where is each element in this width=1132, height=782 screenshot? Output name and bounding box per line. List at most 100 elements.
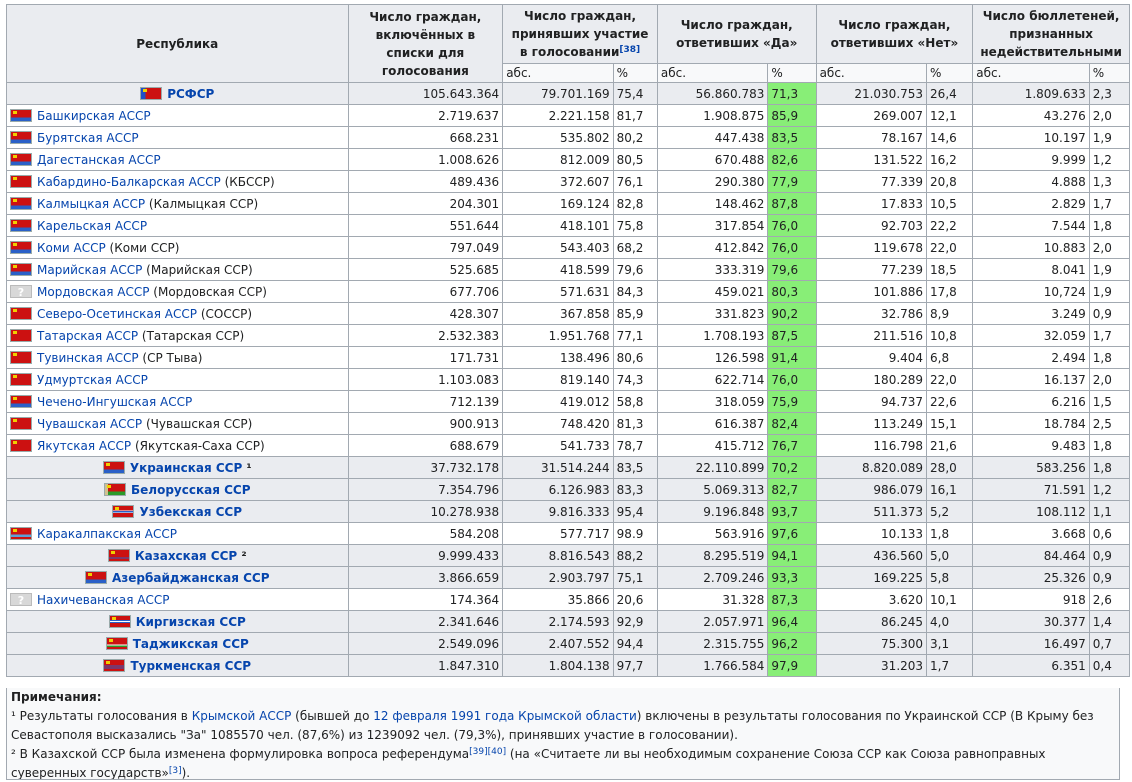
no-pct-cell: 1,7 — [926, 654, 974, 677]
voted-abs-cell: 419.012 — [502, 390, 614, 413]
header-yes[interactable]: Число граждан, ответивших «Да» — [656, 4, 817, 64]
voted-abs-cell: 372.607 — [502, 170, 614, 193]
republic-link[interactable]: Северо-Осетинская АССР — [37, 307, 197, 321]
voted-ref-link[interactable]: [38] — [619, 45, 640, 55]
republic-link[interactable]: Каракалпакская АССР — [37, 527, 177, 541]
invalid-abs-cell: 7.544 — [972, 214, 1090, 237]
voted-abs-cell: 8.816.543 — [502, 544, 614, 567]
listed-cell: 688.679 — [347, 434, 504, 457]
header-listed[interactable]: Число граждан, включённых в списки для г… — [347, 4, 504, 83]
republic-link[interactable]: Казахская ССР — [135, 549, 237, 563]
republic-link[interactable]: Марийская АССР — [37, 263, 142, 277]
table-row: Каракалпакская АССР 584.208 577.717 98.9 563… — [6, 522, 1131, 545]
invalid-abs-cell: 2.829 — [972, 192, 1090, 215]
republic-link[interactable]: Бурятская АССР — [37, 131, 139, 145]
republic-cell: Каракалпакская АССР — [6, 522, 349, 545]
republic-note: (Чувашская ССР) — [142, 416, 253, 431]
republic-link[interactable]: Украинская ССР — [130, 461, 242, 475]
subheader-invalid-pct[interactable]: % — [1088, 63, 1131, 83]
header-voted[interactable]: Число граждан, принявших участие в голос… — [502, 4, 658, 64]
republic-link[interactable]: Якутская АССР — [37, 439, 131, 453]
subheader-voted-pct[interactable]: % — [612, 63, 658, 83]
table-row: Мордовская АССР (Мордовская ССР)677.7065… — [6, 280, 1131, 303]
invalid-abs-cell: 2.494 — [972, 346, 1090, 369]
invalid-pct-cell: 1,3 — [1088, 170, 1131, 193]
table-row: Бурятская АССР 668.231 535.802 80,2 447.438 8… — [6, 126, 1131, 149]
republic-link[interactable]: Кабардино-Балкарская АССР — [37, 175, 221, 189]
ref-39-40-link[interactable]: [39][40] — [469, 747, 506, 757]
no-abs-cell: 180.289 — [815, 368, 928, 391]
flag-icon — [10, 394, 32, 408]
listed-cell: 900.913 — [347, 412, 504, 435]
republic-cell: Татарская АССР (Татарская ССР) — [6, 324, 349, 347]
republic-link[interactable]: Узбекская ССР — [139, 505, 242, 519]
listed-cell: 9.999.433 — [347, 544, 504, 567]
footnote-2: ² В Казахской ССР была изменена формулир… — [11, 745, 1115, 780]
republic-link[interactable]: РСФСР — [167, 87, 214, 101]
yes-pct-cell: 76,0 — [767, 368, 817, 391]
republic-cell: Башкирская АССР — [6, 104, 349, 127]
republic-link[interactable]: Карельская АССР — [37, 219, 147, 233]
voted-abs-cell: 819.140 — [502, 368, 614, 391]
no-pct-cell: 15,1 — [926, 412, 974, 435]
republic-link[interactable]: Азербайджанская ССР — [112, 571, 270, 585]
listed-cell: 1.847.310 — [347, 654, 504, 677]
voted-abs-cell: 9.816.333 — [502, 500, 614, 523]
yes-abs-cell: 563.916 — [656, 522, 769, 545]
yes-abs-cell: 126.598 — [656, 346, 769, 369]
republic-link[interactable]: Башкирская АССР — [37, 109, 151, 123]
voted-abs-cell: 79.701.169 — [502, 82, 614, 105]
voted-pct-cell: 84,3 — [612, 280, 658, 303]
invalid-abs-cell: 918 — [972, 588, 1090, 611]
crimea-asr-link[interactable]: Крымской АССР — [192, 709, 292, 723]
invalid-pct-cell: 1,9 — [1088, 280, 1131, 303]
subheader-voted-abs[interactable]: абс. — [502, 63, 614, 83]
invalid-pct-cell: 1,2 — [1088, 478, 1131, 501]
yes-pct-cell: 76,0 — [767, 236, 817, 259]
republic-link[interactable]: Таджикская ССР — [133, 637, 249, 651]
republic-link[interactable]: Тувинская АССР — [37, 351, 139, 365]
header-invalid[interactable]: Число бюллетеней, признанных недействите… — [972, 4, 1130, 64]
republic-link[interactable]: Чечено-Ингушская АССР — [37, 395, 192, 409]
voted-pct-cell: 80,6 — [612, 346, 658, 369]
subheader-invalid-abs[interactable]: абс. — [972, 63, 1090, 83]
republic-link[interactable]: Киргизская ССР — [136, 615, 246, 629]
subheader-yes-abs[interactable]: абс. — [656, 63, 769, 83]
republic-link[interactable]: Белорусская ССР — [131, 483, 251, 497]
republic-link[interactable]: Туркменская ССР — [130, 659, 251, 673]
republic-note: (Марийская ССР) — [142, 262, 253, 277]
republic-cell: Северо-Осетинская АССР (СОССР) — [6, 302, 349, 325]
republic-link[interactable]: Удмуртская АССР — [37, 373, 148, 387]
flag-icon — [10, 262, 32, 276]
table-row: Чувашская АССР (Чувашская ССР) 900.913 748… — [6, 412, 1131, 435]
subheader-yes-pct[interactable]: % — [767, 63, 817, 83]
republic-link[interactable]: Коми АССР — [37, 241, 106, 255]
invalid-abs-cell: 25.326 — [972, 566, 1090, 589]
voted-abs-cell: 2.407.552 — [502, 632, 614, 655]
header-no[interactable]: Число граждан, ответивших «Нет» — [815, 4, 974, 64]
invalid-abs-cell: 3.668 — [972, 522, 1090, 545]
subheader-no-abs[interactable]: абс. — [815, 63, 928, 83]
crimea-date-link[interactable]: 12 февраля 1991 года Крымской области — [373, 709, 637, 723]
no-pct-cell: 12,1 — [926, 104, 974, 127]
no-abs-cell: 94.737 — [815, 390, 928, 413]
no-abs-cell: 77.339 — [815, 170, 928, 193]
voted-abs-cell: 577.717 — [502, 522, 614, 545]
republic-link[interactable]: Татарская АССР — [37, 329, 138, 343]
republic-cell: Белорусская ССР — [6, 478, 349, 501]
republic-link[interactable]: Нахичеванская АССР — [37, 593, 169, 607]
republic-link[interactable]: Мордовская АССР — [37, 285, 149, 299]
republic-link[interactable]: Дагестанская АССР — [37, 153, 161, 167]
republic-link[interactable]: Чувашская АССР — [37, 417, 142, 431]
yes-pct-cell: 96,4 — [767, 610, 817, 633]
footnote-2-text-c: ). — [181, 766, 191, 780]
yes-pct-cell: 90,2 — [767, 302, 817, 325]
subheader-no-pct[interactable]: % — [926, 63, 974, 83]
ref-3-link[interactable]: [3] — [169, 766, 182, 776]
listed-cell: 37.732.178 — [347, 456, 504, 479]
listed-cell: 204.301 — [347, 192, 504, 215]
republic-link[interactable]: Калмыцкая АССР — [37, 197, 145, 211]
no-pct-cell: 17,8 — [926, 280, 974, 303]
header-republic[interactable]: Республика — [6, 4, 349, 83]
invalid-abs-cell: 10.197 — [972, 126, 1090, 149]
